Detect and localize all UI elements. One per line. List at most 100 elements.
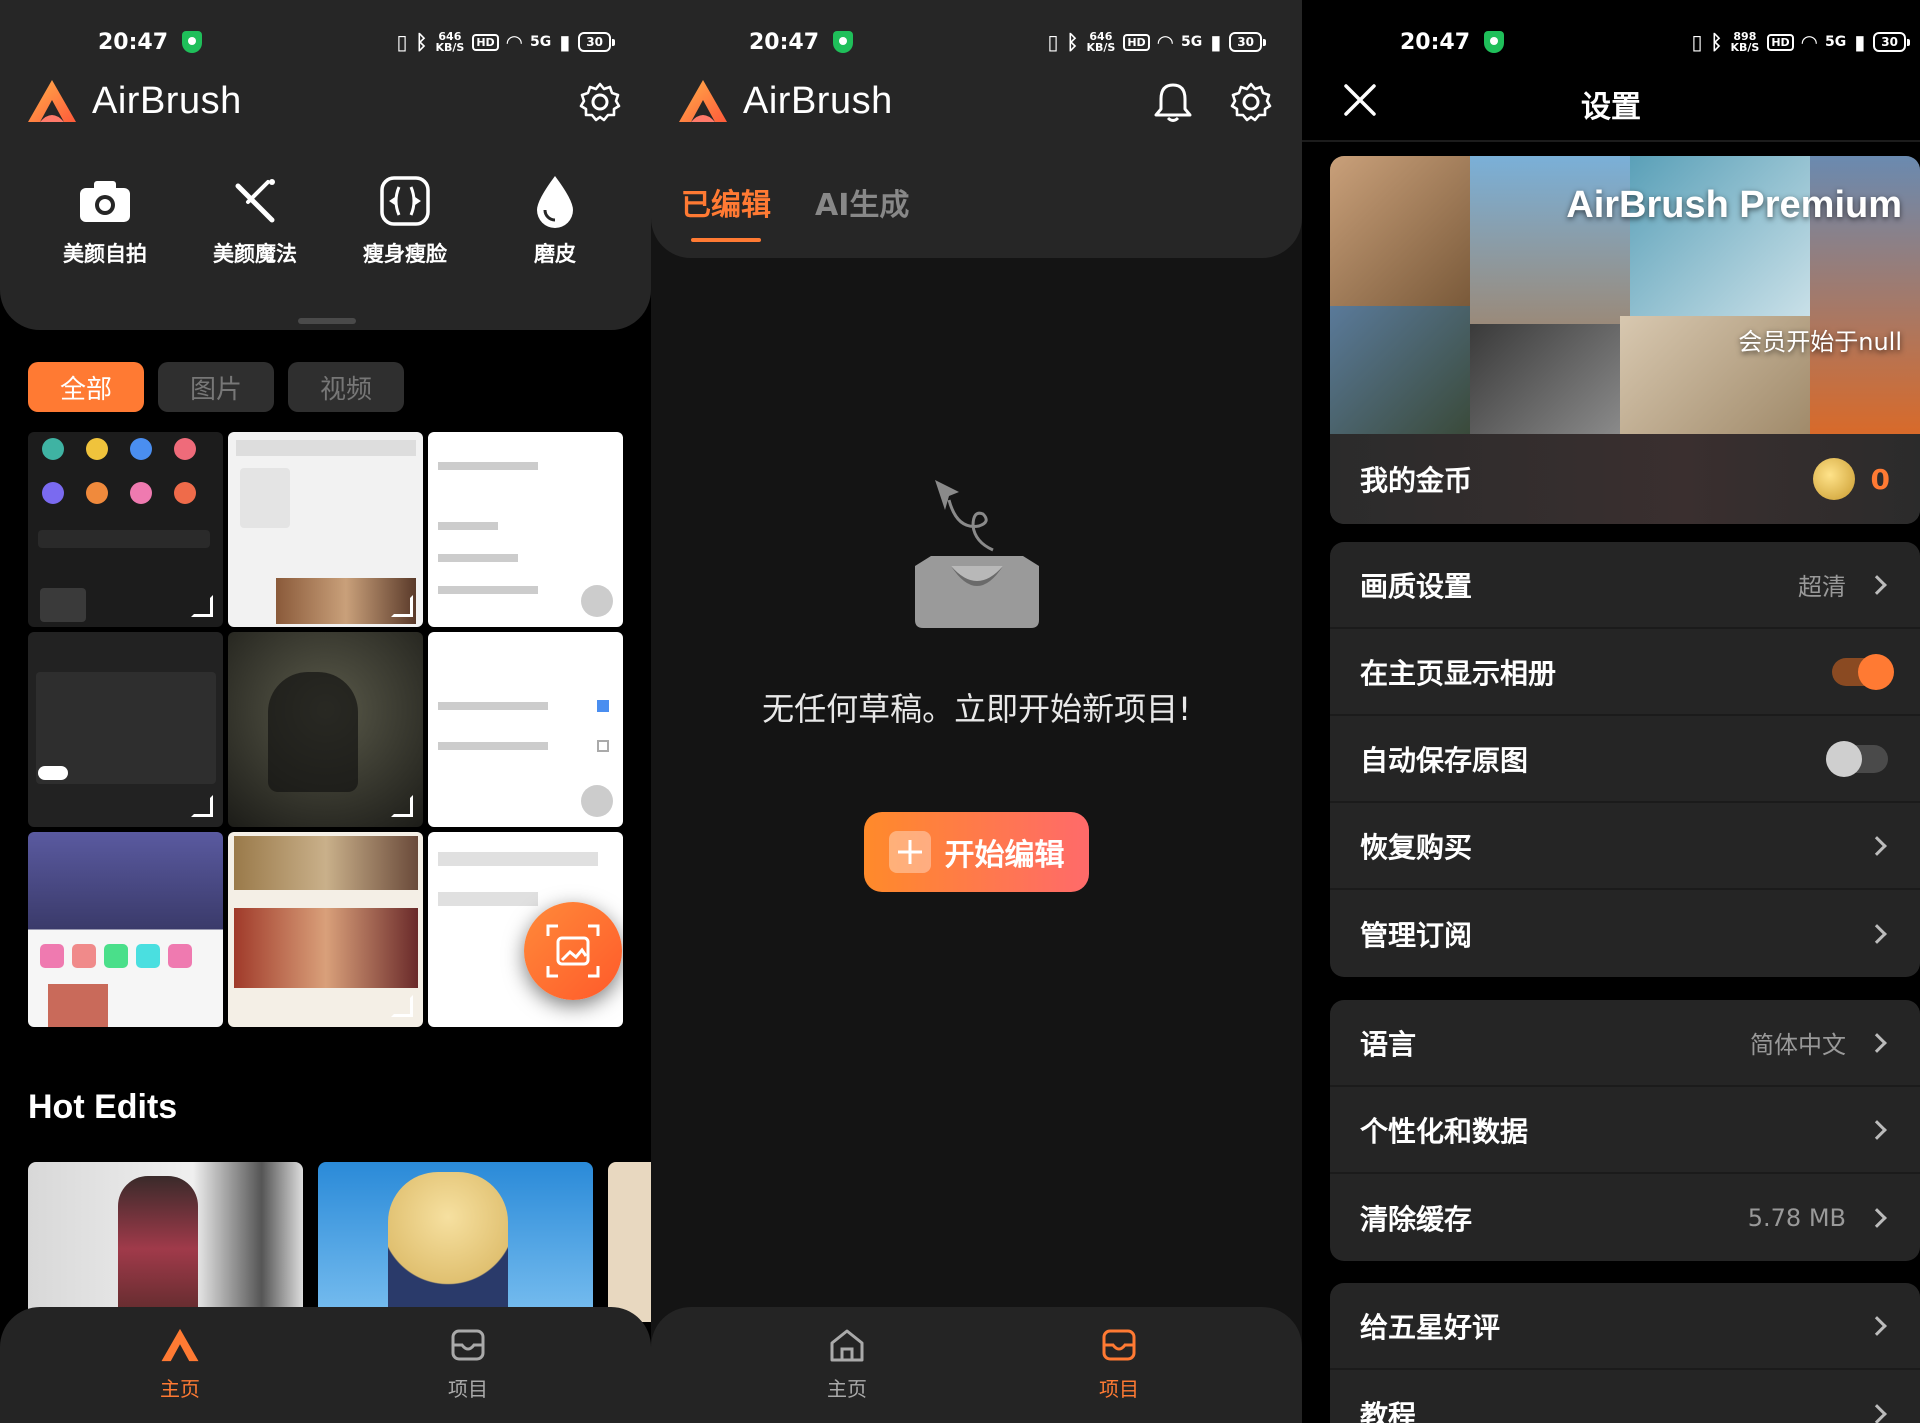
- image-expand-icon: [546, 924, 600, 978]
- album-thumb[interactable]: [28, 832, 223, 1027]
- coins-label: 我的金币: [1360, 464, 1473, 497]
- row-label: 语言: [1360, 1027, 1417, 1061]
- album-thumb[interactable]: [28, 432, 223, 627]
- header-divider: [1302, 140, 1920, 142]
- bottom-nav: 主页 项目: [651, 1307, 1302, 1423]
- projects-screen: 20:47 ▯ ᛒ 646 KB/S HD ◠ 5G ▮ 30 AirBrush …: [651, 0, 1302, 1423]
- row-label: 教程: [1360, 1398, 1417, 1423]
- gear-icon: [1230, 82, 1272, 122]
- drag-handle[interactable]: [298, 318, 356, 324]
- album-thumb[interactable]: [228, 432, 423, 627]
- hd-badge: HD: [1767, 33, 1794, 51]
- slim-face-icon: [380, 176, 430, 226]
- app-name: AirBrush: [743, 79, 893, 122]
- settings-screen: 20:47 ▯ ᛒ 898 KB/S HD ◠ 5G ▮ 30 设置 AirBru…: [1302, 0, 1920, 1423]
- signal-label: 5G: [1181, 34, 1203, 50]
- nav-projects[interactable]: 项目: [408, 1327, 528, 1402]
- nav-label: 项目: [448, 1377, 488, 1401]
- row-personalization[interactable]: 个性化和数据: [1330, 1087, 1920, 1174]
- network-speed: 898 KB/S: [1730, 30, 1760, 54]
- settings-button[interactable]: [578, 80, 622, 124]
- row-label: 恢复购买: [1360, 830, 1473, 864]
- tool-smooth[interactable]: 磨皮: [480, 172, 630, 268]
- camera-icon: [80, 181, 130, 222]
- row-label: 画质设置: [1360, 569, 1473, 603]
- album-thumb[interactable]: [228, 632, 423, 827]
- row-auto-save[interactable]: 自动保存原图: [1330, 716, 1920, 803]
- home-screen: 20:47 ▯ ᛒ 646 KB/S HD ◠ 5G ▮ 30 AirBrush …: [0, 0, 651, 1423]
- album-thumb[interactable]: [428, 632, 623, 827]
- premium-card[interactable]: AirBrush Premium 会员开始于null 我的金币 0: [1330, 156, 1920, 524]
- signal-icon: ▮: [1210, 30, 1222, 54]
- signal-label: 5G: [1825, 34, 1847, 50]
- settings-group-display: 画质设置 超清 在主页显示相册 自动保存原图 恢复购买 管理订阅: [1330, 542, 1920, 977]
- tool-label: 美颜自拍: [63, 242, 147, 266]
- nav-home[interactable]: 主页: [120, 1327, 240, 1402]
- album-thumb[interactable]: [28, 632, 223, 827]
- bottom-nav: 主页 项目: [0, 1307, 651, 1423]
- row-image-quality[interactable]: 画质设置 超清: [1330, 542, 1920, 629]
- row-rate-five-stars[interactable]: 给五星好评: [1330, 1283, 1920, 1370]
- shield-icon: [182, 31, 203, 53]
- settings-button[interactable]: [1229, 80, 1273, 124]
- tool-slim[interactable]: 瘦身瘦脸: [330, 172, 480, 268]
- hot-edit-card[interactable]: [318, 1162, 593, 1322]
- nav-home[interactable]: 主页: [787, 1327, 907, 1402]
- bluetooth-icon: ᛒ: [415, 30, 428, 54]
- airbrush-logo-icon: [679, 80, 727, 122]
- row-value: 超清: [1798, 573, 1846, 601]
- tool-selfie[interactable]: 美颜自拍: [30, 172, 180, 268]
- hot-edit-card[interactable]: [608, 1162, 651, 1322]
- vibrate-icon: ▯: [396, 30, 408, 54]
- row-label: 给五星好评: [1360, 1310, 1501, 1344]
- page-title: 设置: [1581, 90, 1641, 125]
- tool-label: 磨皮: [534, 242, 576, 266]
- tab-ai-generated[interactable]: AI生成: [815, 180, 909, 224]
- row-value: 简体中文: [1750, 1031, 1846, 1059]
- inbox-icon: [451, 1329, 485, 1361]
- filter-videos[interactable]: 视频: [288, 362, 404, 412]
- coins-value: 0: [1870, 462, 1890, 496]
- plus-icon: [888, 831, 931, 873]
- row-language[interactable]: 语言 简体中文: [1330, 1000, 1920, 1087]
- row-clear-cache[interactable]: 清除缓存 5.78 MB: [1330, 1174, 1920, 1261]
- status-bar: 20:47 ▯ ᛒ 646 KB/S HD ◠ 5G ▮ 30: [651, 22, 1302, 62]
- start-editing-button[interactable]: 开始编辑: [864, 812, 1089, 892]
- nav-projects[interactable]: 项目: [1059, 1327, 1179, 1402]
- quick-tools: 美颜自拍 美颜魔法 瘦身瘦脸 磨皮: [30, 172, 630, 268]
- show-album-toggle[interactable]: [1832, 653, 1894, 690]
- project-tabs: 已编辑 AI生成: [681, 180, 909, 242]
- hot-edit-card[interactable]: [28, 1162, 303, 1322]
- filter-images[interactable]: 图片: [158, 362, 274, 412]
- settings-group-about: 给五星好评 教程: [1330, 1283, 1920, 1423]
- tool-label: 瘦身瘦脸: [363, 242, 447, 266]
- edit-photo-fab[interactable]: [524, 902, 622, 1000]
- chevron-right-icon: [1867, 1403, 1887, 1423]
- chevron-right-icon: [1867, 574, 1887, 595]
- row-show-album[interactable]: 在主页显示相册: [1330, 629, 1920, 716]
- status-bar: 20:47 ▯ ᛒ 646 KB/S HD ◠ 5G ▮ 30: [0, 22, 651, 62]
- row-label: 个性化和数据: [1360, 1114, 1529, 1148]
- nav-label: 主页: [160, 1377, 200, 1401]
- network-speed: 646 KB/S: [435, 30, 465, 54]
- hd-badge: HD: [1123, 33, 1150, 51]
- wifi-icon: ◠: [1157, 30, 1174, 54]
- premium-title: AirBrush Premium: [1566, 184, 1902, 226]
- empty-tray-icon: [914, 480, 1039, 628]
- hd-badge: HD: [472, 33, 499, 51]
- album-thumb[interactable]: [228, 832, 423, 1027]
- my-coins-row[interactable]: 我的金币 0: [1330, 434, 1920, 524]
- coin-icon: [1812, 458, 1855, 500]
- row-restore-purchase[interactable]: 恢复购买: [1330, 803, 1920, 890]
- notifications-button[interactable]: [1151, 80, 1195, 124]
- auto-save-toggle[interactable]: [1826, 740, 1888, 777]
- media-filter-chips: 全部 图片 视频: [28, 362, 404, 412]
- row-manage-subscription[interactable]: 管理订阅: [1330, 890, 1920, 977]
- signal-icon: ▮: [559, 30, 571, 54]
- status-time: 20:47: [1400, 29, 1471, 55]
- filter-all[interactable]: 全部: [28, 362, 144, 412]
- album-thumb[interactable]: [428, 432, 623, 627]
- row-tutorial[interactable]: 教程: [1330, 1370, 1920, 1423]
- tab-edited[interactable]: 已编辑: [681, 180, 771, 242]
- tool-magic[interactable]: 美颜魔法: [180, 172, 330, 268]
